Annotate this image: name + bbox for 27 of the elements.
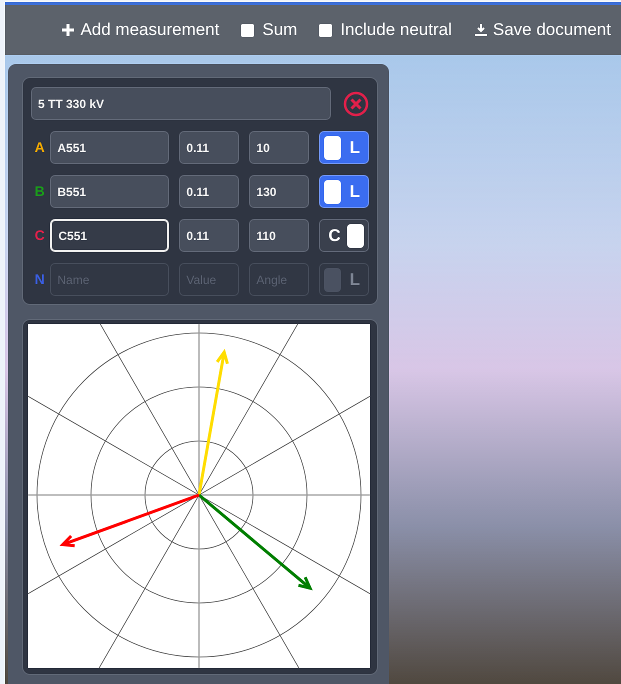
phase-letter: C — [34, 226, 46, 245]
close-button[interactable] — [343, 90, 369, 116]
checkbox-label[interactable]: Include neutral — [340, 17, 452, 43]
download-icon — [474, 23, 488, 37]
name-field[interactable]: A551 — [50, 131, 170, 164]
angle-field[interactable]: 130 — [249, 175, 310, 208]
angle-field[interactable]: 10 — [249, 131, 310, 164]
name-field[interactable]: C551 — [50, 219, 170, 252]
add-measurement-button[interactable]: Add measurement — [61, 17, 220, 43]
name-field[interactable]: B551 — [50, 175, 170, 208]
checkbox[interactable] — [319, 24, 332, 36]
value-field[interactable]: 0.11 — [179, 131, 240, 164]
checkbox[interactable] — [241, 24, 254, 36]
angle-field[interactable]: 110 — [249, 219, 310, 252]
title-field[interactable]: 5 TT 330 kV — [31, 87, 331, 120]
phase-letter: B — [34, 182, 46, 201]
close-icon — [343, 90, 369, 116]
phase-letter: A — [34, 138, 46, 157]
toggle-switch[interactable]: L — [319, 131, 369, 164]
toggle-switch[interactable]: L — [319, 175, 369, 208]
toggle-switch[interactable]: C — [319, 219, 369, 252]
checkbox-label[interactable]: Sum — [262, 17, 298, 43]
plus-icon — [61, 23, 76, 37]
phase-letter: N — [34, 270, 46, 289]
value-field[interactable]: 0.11 — [179, 219, 240, 252]
save-document-button[interactable]: Save document — [474, 17, 611, 43]
value-field[interactable]: 0.11 — [179, 175, 240, 208]
